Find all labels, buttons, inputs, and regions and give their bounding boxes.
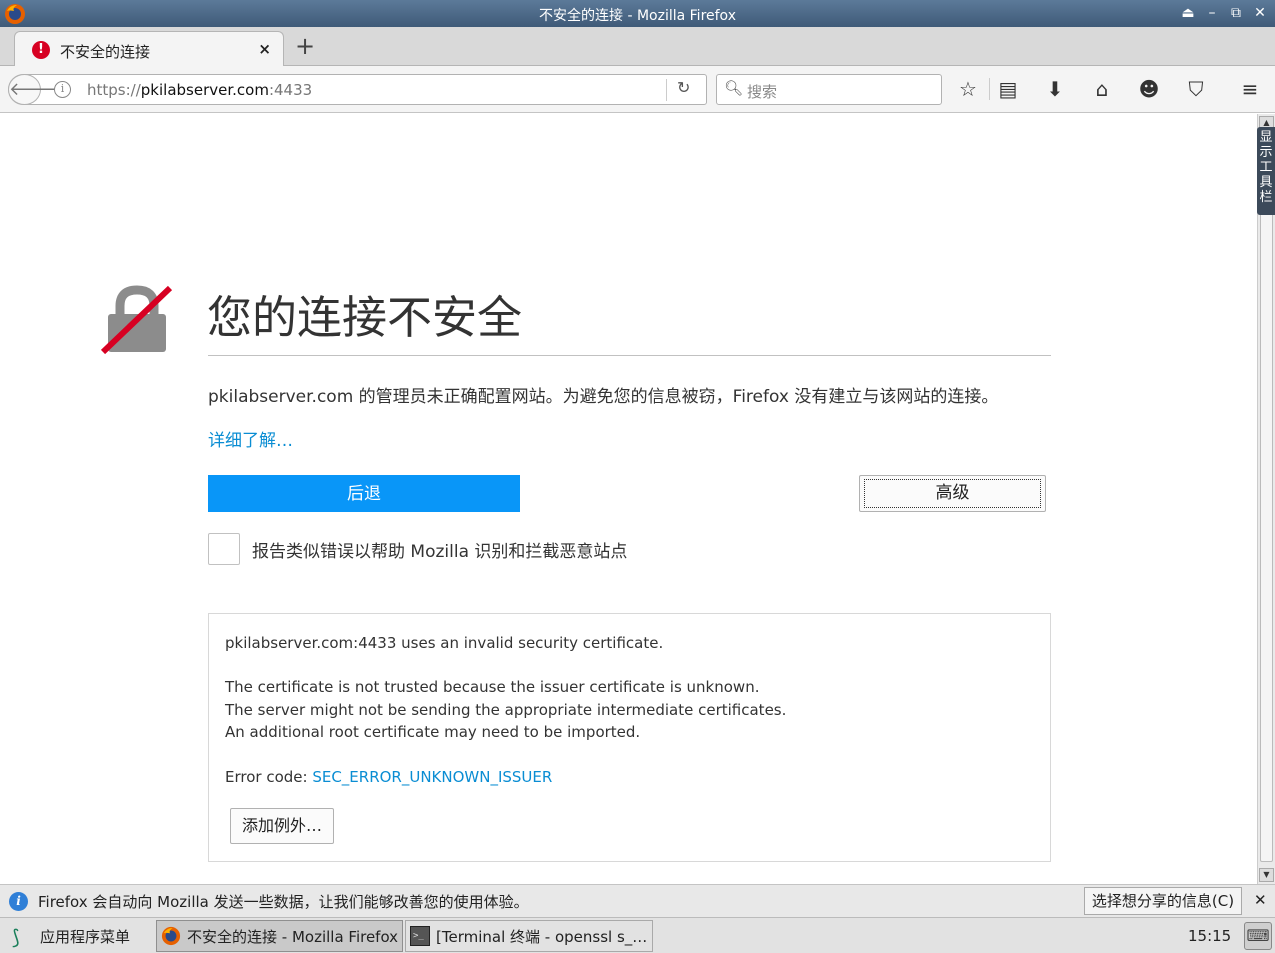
tab-label: 不安全的连接: [60, 43, 151, 61]
url-host: pkilabserver.com: [140, 81, 269, 99]
info-icon: i: [9, 892, 28, 911]
back-button[interactable]: 🡐: [8, 74, 57, 105]
url-separator: [666, 79, 667, 101]
search-icon: 🔍︎: [724, 79, 744, 97]
pocket-icon[interactable]: ⛉: [1183, 76, 1209, 102]
page-title: 您的连接不安全: [207, 291, 523, 344]
clock: 15:15: [1188, 927, 1232, 945]
reload-icon[interactable]: ↻: [677, 78, 690, 97]
notification-text: Firefox 会自动向 Mozilla 发送一些数据，让我们能够改善您的使用体…: [38, 893, 529, 911]
terminal-icon: >_: [410, 926, 430, 946]
close-tab-icon[interactable]: ×: [258, 40, 271, 58]
close-window-button[interactable]: ✕: [1251, 3, 1269, 23]
search-placeholder: 搜索: [747, 83, 778, 101]
window-titlebar: 不安全的连接 - Mozilla Firefox ⏏ – ⧉ ✕: [0, 0, 1275, 27]
go-back-button[interactable]: 后退: [208, 475, 520, 512]
bookmarks-menu-icon[interactable]: ▤: [995, 76, 1021, 102]
scroll-down-arrow-icon[interactable]: ▼: [1259, 868, 1274, 882]
download-icon[interactable]: ⬇: [1042, 76, 1068, 102]
bookmark-star-icon[interactable]: ☆: [955, 76, 981, 102]
tray-app-icon[interactable]: ⌨: [1244, 922, 1272, 950]
firefox-icon: [161, 926, 181, 946]
error-code-line: Error code: SEC_ERROR_UNKNOWN_ISSUER: [225, 768, 552, 786]
report-errors-label: 报告类似错误以帮助 Mozilla 识别和拦截恶意站点: [252, 542, 628, 562]
scroll-thumb[interactable]: [1260, 132, 1273, 862]
taskbar: ⟆ 应用程序菜单 不安全的连接 - Mozilla Firefox >_ [Te…: [0, 917, 1275, 953]
taskbar-item-firefox[interactable]: 不安全的连接 - Mozilla Firefox: [156, 920, 403, 952]
error-icon: !: [32, 41, 50, 59]
focus-ring: [864, 479, 1041, 508]
url-bar[interactable]: 🡐 i https://pkilabserver.com:4433 ↻: [8, 74, 707, 105]
search-input[interactable]: 🔍︎ 搜索: [716, 74, 942, 105]
applications-menu-label: 应用程序菜单: [40, 927, 131, 946]
home-icon[interactable]: ⌂: [1089, 76, 1115, 102]
url-text[interactable]: https://pkilabserver.com:4433: [87, 81, 312, 99]
error-code-label: Error code:: [225, 768, 313, 786]
certificate-details-panel: pkilabserver.com:4433 uses an invalid se…: [208, 613, 1051, 862]
chat-icon[interactable]: ☻: [1136, 76, 1162, 102]
tab-strip: ! 不安全的连接 × +: [0, 27, 1275, 67]
hamburger-menu-icon[interactable]: ≡: [1237, 76, 1263, 102]
report-errors-checkbox[interactable]: [208, 533, 240, 565]
url-port: :4433: [268, 81, 313, 99]
error-code-link[interactable]: SEC_ERROR_UNKNOWN_ISSUER: [312, 768, 552, 786]
show-toolbar-tab[interactable]: 显示工具栏: [1257, 127, 1275, 215]
url-scheme: https://: [87, 81, 141, 99]
window-title: 不安全的连接 - Mozilla Firefox: [539, 8, 736, 24]
taskbar-item-terminal[interactable]: >_ [Terminal 终端 - openssl s_…: [405, 920, 653, 952]
navigation-bar: 🡐 i https://pkilabserver.com:4433 ↻ 🔍︎ 搜…: [0, 66, 1275, 113]
broken-lock-icon: [100, 285, 173, 355]
minimize-button[interactable]: –: [1203, 3, 1221, 23]
new-tab-button[interactable]: +: [292, 31, 318, 61]
details-line: The server might not be sending the appr…: [225, 701, 787, 719]
data-reporting-notification: i Firefox 会自动向 Mozilla 发送一些数据，让我们能够改善您的使…: [0, 884, 1275, 917]
show-toolbar-label: 显示工具栏: [1259, 130, 1273, 205]
xfce-logo-icon: ⟆: [12, 925, 20, 949]
choose-data-button[interactable]: 选择想分享的信息(C): [1084, 887, 1242, 915]
applications-menu-button[interactable]: ⟆ 应用程序菜单: [4, 921, 138, 951]
details-line: The certificate is not trusted because t…: [225, 678, 760, 696]
add-exception-button[interactable]: 添加例外…: [230, 808, 334, 844]
vertical-scrollbar[interactable]: ▲ ▼: [1257, 114, 1275, 884]
details-line: pkilabserver.com:4433 uses an invalid se…: [225, 634, 664, 652]
toolbar-separator: [989, 78, 990, 100]
window-shade-button[interactable]: ⏏: [1179, 3, 1197, 23]
tab-insecure-connection[interactable]: ! 不安全的连接 ×: [14, 31, 284, 67]
site-info-icon[interactable]: i: [54, 81, 71, 98]
details-line: An additional root certificate may need …: [225, 723, 641, 741]
taskbar-item-label: 不安全的连接 - Mozilla Firefox: [187, 927, 399, 946]
taskbar-item-label: [Terminal 终端 - openssl s_…: [436, 927, 648, 946]
title-divider: [208, 355, 1051, 356]
maximize-button[interactable]: ⧉: [1227, 3, 1245, 23]
close-notification-icon[interactable]: ✕: [1254, 891, 1267, 909]
advanced-button[interactable]: 高级: [859, 475, 1046, 512]
learn-more-link[interactable]: 详细了解…: [208, 426, 293, 451]
error-description: pkilabserver.com 的管理员未正确配置网站。为避免您的信息被窃，F…: [208, 387, 999, 407]
